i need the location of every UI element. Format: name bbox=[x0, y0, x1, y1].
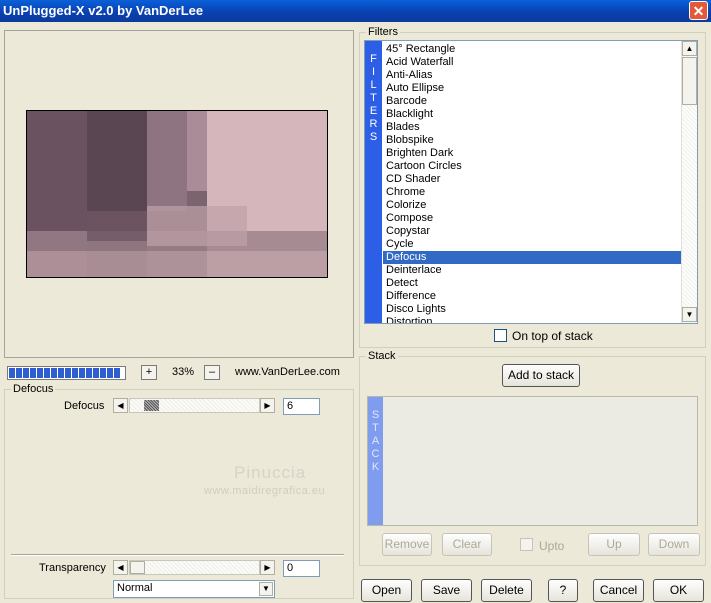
help-button[interactable]: ? bbox=[548, 579, 578, 602]
defocus-increase-button[interactable]: ▶ bbox=[260, 398, 275, 413]
filter-list-item[interactable]: Detect bbox=[383, 277, 681, 290]
zoom-level: 33% bbox=[171, 366, 195, 378]
transparency-label: Transparency bbox=[39, 562, 106, 574]
stack-group-label: Stack bbox=[366, 350, 398, 362]
chevron-down-icon[interactable]: ▼ bbox=[259, 582, 273, 596]
zoom-out-button[interactable]: – bbox=[204, 365, 220, 380]
defocus-slider[interactable] bbox=[129, 398, 260, 413]
credit-link[interactable]: www.VanDerLee.com bbox=[235, 366, 340, 378]
delete-button[interactable]: Delete bbox=[481, 579, 532, 602]
filter-list-item[interactable]: Acid Waterfall bbox=[383, 56, 681, 69]
on-top-label: On top of stack bbox=[512, 329, 593, 343]
filter-list-item[interactable]: Cycle bbox=[383, 238, 681, 251]
zoom-in-button[interactable]: + bbox=[141, 365, 157, 380]
scroll-up-icon[interactable]: ▲ bbox=[682, 41, 697, 56]
stack-bar-letters: STACK bbox=[371, 409, 380, 473]
defocus-value-field[interactable]: 6 bbox=[283, 398, 320, 415]
transparency-increase-button[interactable]: ▶ bbox=[260, 560, 275, 575]
filter-list-item[interactable]: 45° Rectangle bbox=[383, 43, 681, 56]
preview-image[interactable] bbox=[26, 110, 328, 278]
filters-list[interactable]: FILTERS 45° Rectangle Acid Waterfall Anti-… bbox=[364, 40, 698, 324]
open-button[interactable]: Open bbox=[361, 579, 412, 602]
filter-list-item[interactable]: Difference bbox=[383, 290, 681, 303]
filter-list-item[interactable]: Distortion bbox=[383, 316, 681, 323]
stack-side-bar: STACK bbox=[368, 397, 383, 525]
close-button[interactable]: ✕ bbox=[689, 1, 708, 20]
transparency-slider[interactable] bbox=[129, 560, 260, 575]
transparency-value-field[interactable]: 0 bbox=[283, 560, 320, 577]
filter-list-item[interactable]: Colorize bbox=[383, 199, 681, 212]
filter-list-item[interactable]: Copystar bbox=[383, 225, 681, 238]
stack-list[interactable]: STACK bbox=[367, 396, 698, 526]
filter-list-item[interactable]: Brighten Dark bbox=[383, 147, 681, 160]
filter-list-item[interactable]: Barcode bbox=[383, 95, 681, 108]
render-progress-bar bbox=[7, 366, 126, 380]
arrow-right-icon: ▶ bbox=[264, 563, 271, 572]
arrow-left-icon: ◀ bbox=[117, 563, 124, 572]
scroll-thumb[interactable] bbox=[682, 57, 697, 105]
filters-group-label: Filters bbox=[366, 26, 400, 38]
remove-button[interactable]: Remove bbox=[382, 533, 432, 556]
watermark-name: Pinuccia bbox=[234, 463, 307, 482]
filter-list-item[interactable]: Blades bbox=[383, 121, 681, 134]
transparency-slider-thumb[interactable] bbox=[130, 561, 145, 574]
filter-list-item[interactable]: Disco Lights bbox=[383, 303, 681, 316]
filter-list-item[interactable]: Blobspike bbox=[383, 134, 681, 147]
filter-list-item[interactable]: Compose bbox=[383, 212, 681, 225]
filter-list-item[interactable]: Auto Ellipse bbox=[383, 82, 681, 95]
filter-list-item[interactable]: Chrome bbox=[383, 186, 681, 199]
filter-list-item[interactable]: Blacklight bbox=[383, 108, 681, 121]
transparency-decrease-button[interactable]: ◀ bbox=[113, 560, 128, 575]
filter-list-item[interactable]: CD Shader bbox=[383, 173, 681, 186]
preview-image-graphic bbox=[27, 111, 327, 277]
arrow-left-icon: ◀ bbox=[117, 401, 124, 410]
filter-list-item[interactable]: Cartoon Circles bbox=[383, 160, 681, 173]
filter-list-item[interactable]: Deinterlace bbox=[383, 264, 681, 277]
watermark-url: www.maidiregrafica.eu bbox=[204, 485, 326, 497]
close-icon: ✕ bbox=[692, 3, 705, 19]
filters-bar-letters: FILTERS bbox=[369, 53, 378, 143]
parameter-group-label: Defocus bbox=[11, 383, 56, 395]
filter-list-item[interactable]: Defocus bbox=[383, 251, 681, 264]
clear-button[interactable]: Clear bbox=[442, 533, 492, 556]
filters-scrollbar[interactable]: ▲ ▼ bbox=[681, 41, 697, 323]
upto-label: Upto bbox=[539, 539, 565, 553]
separator bbox=[11, 554, 344, 556]
save-button[interactable]: Save bbox=[421, 579, 472, 602]
down-button[interactable]: Down bbox=[648, 533, 700, 556]
filters-side-bar: FILTERS bbox=[365, 41, 382, 323]
on-top-checkbox[interactable] bbox=[494, 329, 507, 342]
blend-mode-select[interactable]: Normal ▼ bbox=[113, 580, 275, 598]
scroll-down-icon[interactable]: ▼ bbox=[682, 307, 697, 322]
defocus-label: Defocus bbox=[64, 400, 105, 412]
up-button[interactable]: Up bbox=[588, 533, 640, 556]
defocus-decrease-button[interactable]: ◀ bbox=[113, 398, 128, 413]
window-title: UnPlugged-X v2.0 by VanDerLee bbox=[3, 3, 204, 18]
arrow-right-icon: ▶ bbox=[264, 401, 271, 410]
upto-checkbox[interactable] bbox=[520, 538, 533, 551]
blend-mode-value: Normal bbox=[117, 582, 153, 594]
defocus-slider-thumb[interactable] bbox=[144, 400, 159, 411]
ok-button[interactable]: OK bbox=[653, 579, 704, 602]
add-to-stack-button[interactable]: Add to stack bbox=[502, 364, 580, 387]
filters-items: 45° Rectangle Acid Waterfall Anti-Alias Aut… bbox=[383, 43, 681, 323]
filter-list-item[interactable]: Anti-Alias bbox=[383, 69, 681, 82]
cancel-button[interactable]: Cancel bbox=[593, 579, 644, 602]
